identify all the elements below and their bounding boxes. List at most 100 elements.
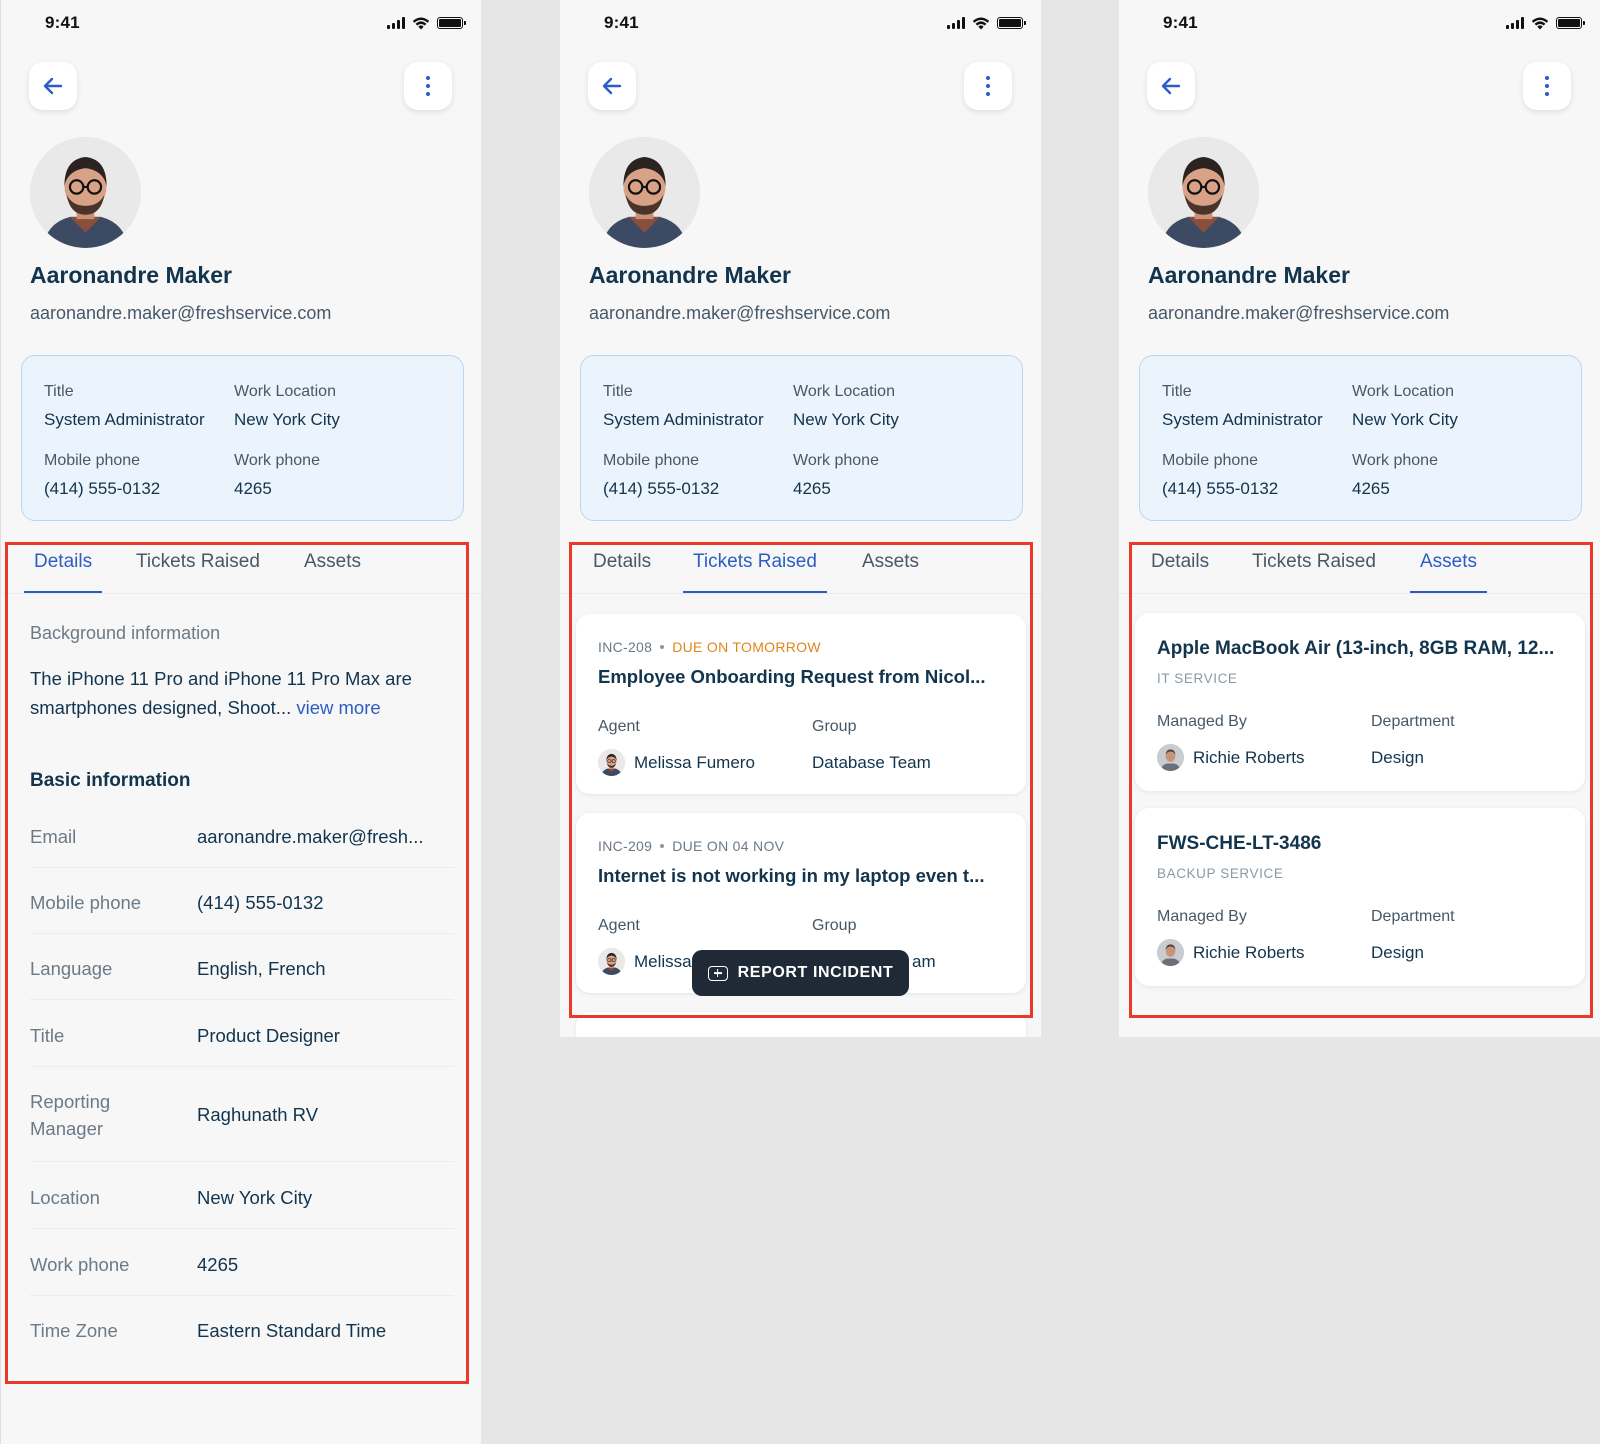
detail-value: aaronandre.maker@fresh... bbox=[197, 826, 424, 847]
work-location-label: Work Location bbox=[1352, 383, 1454, 400]
status-bar: 9:41 bbox=[560, 0, 1041, 46]
detail-row-location: Location New York City bbox=[30, 1184, 454, 1229]
asset-title: FWS-CHE-LT-3486 bbox=[1157, 833, 1322, 854]
work-location-label: Work Location bbox=[234, 383, 336, 400]
back-button[interactable] bbox=[588, 62, 636, 110]
status-time: 9:41 bbox=[1163, 13, 1198, 32]
manager-avatar bbox=[1157, 744, 1184, 771]
tab-assets[interactable]: Assets bbox=[862, 551, 919, 593]
more-options-button[interactable] bbox=[404, 62, 452, 110]
wifi-icon bbox=[1530, 16, 1550, 30]
separator-dot bbox=[660, 645, 665, 649]
agent-value: Melissa bbox=[598, 948, 692, 975]
mobile-phone-value: (414) 555-0132 bbox=[603, 479, 720, 498]
profile-info-card: Title System Administrator Work Location N… bbox=[580, 355, 1023, 521]
asset-service: IT SERVICE bbox=[1157, 671, 1238, 686]
view-more-link[interactable]: view more bbox=[296, 697, 380, 718]
separator-dot bbox=[660, 844, 665, 848]
detail-row-reporting-manager: Reporting Manager Raghunath RV bbox=[30, 1088, 454, 1162]
manager-avatar bbox=[1157, 939, 1184, 966]
detail-value: English, French bbox=[197, 958, 326, 979]
back-button[interactable] bbox=[1147, 62, 1195, 110]
more-vertical-icon bbox=[1545, 76, 1549, 96]
mobile-phone-label: Mobile phone bbox=[44, 452, 141, 469]
group-label: Group bbox=[812, 917, 857, 934]
wifi-icon bbox=[411, 16, 431, 30]
title-value: System Administrator bbox=[44, 410, 205, 429]
detail-row-title: Title Product Designer bbox=[30, 1022, 454, 1067]
more-options-button[interactable] bbox=[1523, 62, 1571, 110]
detail-key: Title bbox=[30, 1025, 65, 1046]
tab-tickets-raised[interactable]: Tickets Raised bbox=[1252, 551, 1376, 593]
add-incident-icon bbox=[707, 965, 728, 981]
status-time: 9:41 bbox=[45, 13, 80, 32]
detail-value: (414) 555-0132 bbox=[197, 892, 324, 913]
work-location-label: Work Location bbox=[793, 383, 895, 400]
mobile-phone-label: Mobile phone bbox=[1162, 452, 1259, 469]
detail-row-mobile: Mobile phone (414) 555-0132 bbox=[30, 889, 454, 934]
avatar bbox=[30, 137, 141, 248]
title-value: System Administrator bbox=[603, 410, 764, 429]
more-options-button[interactable] bbox=[964, 62, 1012, 110]
department-value: Design bbox=[1371, 748, 1424, 767]
battery-icon bbox=[437, 17, 466, 29]
mobile-phone-label: Mobile phone bbox=[603, 452, 700, 469]
asset-card[interactable]: Apple MacBook Air (13-inch, 8GB RAM, 12.… bbox=[1135, 613, 1585, 791]
detail-key: Location bbox=[30, 1187, 100, 1208]
department-value: Design bbox=[1371, 943, 1424, 962]
profile-screen-details: 9:41 Aaronandre Maker aaronandre.maker@f… bbox=[0, 0, 481, 1444]
profile-email: aaronandre.maker@freshservice.com bbox=[30, 303, 332, 323]
ticket-id: INC-209 bbox=[598, 838, 653, 854]
basic-info-title: Basic information bbox=[30, 770, 191, 791]
agent-label: Agent bbox=[598, 917, 640, 934]
tab-details[interactable]: Details bbox=[23, 551, 103, 593]
tab-details[interactable]: Details bbox=[593, 551, 651, 593]
detail-value: Raghunath RV bbox=[197, 1104, 319, 1125]
background-info-text: The iPhone 11 Pro and iPhone 11 Pro Max … bbox=[30, 664, 450, 722]
tab-assets[interactable]: Assets bbox=[1409, 551, 1488, 593]
tab-details[interactable]: Details bbox=[1151, 551, 1209, 593]
title-value: System Administrator bbox=[1162, 410, 1323, 429]
detail-row-time-zone: Time Zone Eastern Standard Time bbox=[30, 1317, 454, 1362]
title-label: Title bbox=[44, 383, 74, 400]
detail-key: Work phone bbox=[30, 1254, 130, 1275]
wifi-icon bbox=[971, 16, 991, 30]
detail-key: Time Zone bbox=[30, 1320, 118, 1341]
profile-email: aaronandre.maker@freshservice.com bbox=[589, 303, 891, 323]
manager-name: Richie Roberts bbox=[1193, 747, 1305, 767]
back-button[interactable] bbox=[29, 62, 77, 110]
profile-name: Aaronandre Maker bbox=[30, 262, 232, 288]
signal-icon bbox=[387, 17, 405, 29]
ticket-card[interactable]: INC-208 DUE ON TOMORROW Employee Onboardi… bbox=[576, 614, 1026, 794]
status-bar: 9:41 bbox=[1, 0, 481, 46]
profile-screen-tickets: 9:41 Aaronandre Maker aaronandre.maker@f… bbox=[560, 0, 1041, 1037]
detail-value: New York City bbox=[197, 1187, 313, 1208]
detail-value: Eastern Standard Time bbox=[197, 1320, 387, 1341]
signal-icon bbox=[947, 17, 965, 29]
avatar bbox=[589, 137, 700, 248]
asset-card[interactable]: FWS-CHE-LT-3486 BACKUP SERVICE Managed B… bbox=[1135, 808, 1585, 986]
group-value: am bbox=[912, 952, 936, 971]
agent-value: Melissa Fumero bbox=[598, 749, 755, 776]
managed-by-value: Richie Roberts bbox=[1157, 939, 1305, 966]
title-label: Title bbox=[603, 383, 633, 400]
work-phone-value: 4265 bbox=[793, 479, 831, 498]
report-incident-label: REPORT INCIDENT bbox=[737, 964, 894, 981]
more-vertical-icon bbox=[986, 76, 990, 96]
tab-tickets-raised[interactable]: Tickets Raised bbox=[136, 551, 260, 593]
managed-by-label: Managed By bbox=[1157, 908, 1247, 925]
work-phone-label: Work phone bbox=[1352, 452, 1438, 469]
work-location-value: New York City bbox=[793, 410, 899, 429]
tab-tickets-raised[interactable]: Tickets Raised bbox=[683, 551, 827, 593]
battery-icon bbox=[1556, 17, 1585, 29]
ticket-id: INC-208 bbox=[598, 639, 653, 655]
profile-email: aaronandre.maker@freshservice.com bbox=[1148, 303, 1450, 323]
ticket-title: Internet is not working in my laptop eve… bbox=[598, 865, 985, 886]
profile-screen-assets: 9:41 Aaronandre Maker aaronandre.maker@f… bbox=[1119, 0, 1600, 1037]
report-incident-button[interactable]: REPORT INCIDENT bbox=[692, 950, 909, 996]
detail-row-language: Language English, French bbox=[30, 955, 454, 1000]
battery-icon bbox=[997, 17, 1026, 29]
ticket-title: Employee Onboarding Request from Nicol..… bbox=[598, 666, 986, 687]
detail-row-work-phone: Work phone 4265 bbox=[30, 1251, 454, 1296]
tab-assets[interactable]: Assets bbox=[304, 551, 361, 593]
